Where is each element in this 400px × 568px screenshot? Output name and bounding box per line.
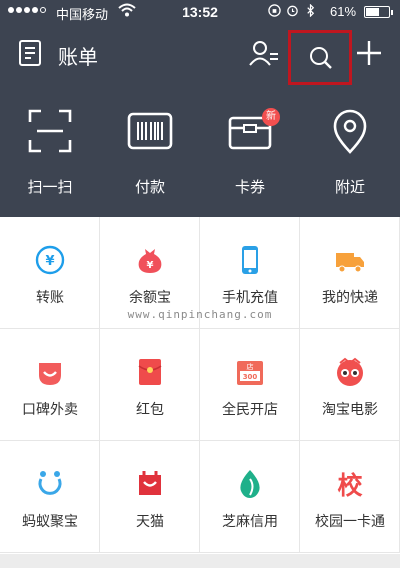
ant-icon — [38, 471, 62, 495]
service-tmall[interactable]: 天猫 — [100, 441, 200, 553]
scan-icon — [28, 109, 72, 153]
service-sesame-credit[interactable]: 芝麻信用 — [200, 441, 300, 553]
service-label: 口碑外卖 — [22, 401, 78, 417]
service-koubei[interactable]: 口碑外卖 — [0, 329, 100, 441]
search-icon — [310, 47, 332, 69]
add-icon[interactable] — [354, 38, 384, 68]
koubei-icon — [39, 363, 61, 385]
battery-icon — [364, 6, 393, 18]
service-label: 转账 — [36, 289, 64, 305]
service-label: 我的快递 — [322, 289, 378, 305]
page-title[interactable]: 账单 — [58, 41, 98, 70]
contacts-icon[interactable] — [248, 38, 280, 68]
service-label: 红包 — [136, 401, 164, 417]
scan-button[interactable]: 扫一扫 — [0, 108, 100, 208]
service-label: 全民开店 — [222, 401, 278, 417]
service-open-shop[interactable]: 店 300 全民开店 — [200, 329, 300, 441]
bluetooth-icon — [307, 4, 315, 17]
watermark: www.qinpinchang.com — [127, 308, 273, 321]
service-label: 手机充值 — [222, 289, 278, 305]
svg-text:店: 店 — [247, 362, 254, 371]
rotation-lock-icon — [268, 4, 281, 17]
service-label: 校园一卡通 — [315, 513, 385, 529]
new-badge: 新 — [262, 108, 280, 126]
barcode-icon — [127, 112, 173, 150]
service-label: 天猫 — [136, 513, 164, 529]
location-icon — [333, 109, 367, 154]
red-envelope-icon — [138, 359, 162, 385]
phone-icon — [242, 246, 258, 274]
shop-icon: 店 300 — [237, 361, 263, 385]
status-bar: 中国移动 13:52 61% — [0, 0, 400, 24]
pay-label: 付款 — [134, 179, 165, 196]
service-label: 蚂蚁聚宝 — [22, 513, 78, 529]
search-button[interactable] — [288, 30, 352, 85]
header-panel: 中国移动 13:52 61% 账单 扫一扫 付款 卡券 附近 新 — [0, 0, 400, 217]
coupons-button[interactable]: 卡券 — [200, 108, 300, 208]
service-ant-fortune[interactable]: 蚂蚁聚宝 — [0, 441, 100, 553]
nearby-label: 附近 — [334, 179, 365, 196]
bottom-edge — [0, 554, 400, 568]
battery-percentage: 61% — [330, 4, 357, 19]
quick-actions: 扫一扫 付款 卡券 附近 — [0, 108, 400, 208]
services-grid: ¥ 转账 ¥ 余额宝 手机充值 我的快递 口碑外卖 红包 店 300 全民开店 … — [0, 217, 400, 554]
pay-button[interactable]: 付款 — [100, 108, 200, 208]
sesame-icon — [240, 470, 260, 498]
svg-text:校: 校 — [337, 471, 363, 499]
nearby-button[interactable]: 附近 — [300, 108, 400, 208]
movie-icon — [337, 357, 363, 386]
scan-label: 扫一扫 — [27, 179, 73, 196]
transfer-icon: ¥ — [35, 245, 65, 275]
truck-icon — [336, 253, 364, 273]
alarm-icon — [287, 5, 298, 17]
service-label: 芝麻信用 — [222, 513, 278, 529]
service-label: 余额宝 — [129, 289, 171, 305]
service-campus-card[interactable]: 校 校园一卡通 — [300, 441, 400, 553]
service-taobao-movie[interactable]: 淘宝电影 — [300, 329, 400, 441]
service-red-envelope[interactable]: 红包 — [100, 329, 200, 441]
tmall-icon — [139, 471, 161, 495]
yuebao-icon: ¥ — [138, 249, 162, 273]
svg-text:¥: ¥ — [147, 260, 154, 271]
bill-icon[interactable] — [18, 39, 44, 67]
service-label: 淘宝电影 — [322, 401, 378, 417]
navigation-bar: 账单 — [0, 30, 400, 85]
svg-text:¥: ¥ — [45, 254, 54, 269]
svg-text:300: 300 — [243, 373, 258, 381]
coupons-label: 卡券 — [234, 179, 265, 196]
campus-icon: 校 — [337, 471, 363, 499]
